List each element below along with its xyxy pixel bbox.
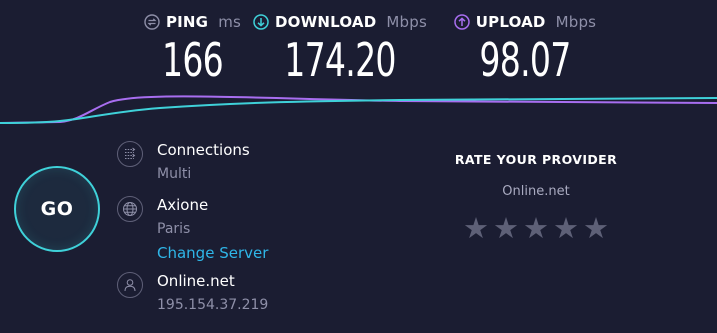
- ping-value: 166: [161, 33, 224, 87]
- star-icon-1[interactable]: ★: [463, 214, 489, 243]
- user-icon: [117, 272, 143, 298]
- upload-arrow-icon: [454, 14, 470, 30]
- download-metric: DOWNLOAD Mbps 174.20: [250, 0, 430, 86]
- rate-provider-name: Online.net: [502, 184, 570, 199]
- download-unit: Mbps: [386, 13, 427, 31]
- upload-metric: UPLOAD Mbps 98.07: [450, 0, 600, 86]
- ping-metric: PING ms 166: [130, 0, 255, 86]
- connections-title: Connections: [157, 141, 250, 159]
- go-button-label: GO: [40, 198, 74, 220]
- host-info: Online.net 195.154.37.219: [117, 272, 268, 314]
- go-button[interactable]: GO: [14, 166, 100, 252]
- connections-value: Multi: [157, 166, 192, 182]
- host-ip: 195.154.37.219: [157, 297, 269, 313]
- download-header: DOWNLOAD Mbps: [250, 12, 430, 32]
- change-server-link[interactable]: Change Server: [157, 244, 268, 262]
- star-icon-2[interactable]: ★: [493, 214, 519, 243]
- ping-label: PING: [165, 13, 209, 31]
- star-rating: ★ ★ ★ ★ ★: [440, 214, 632, 243]
- download-arrow-icon: [253, 14, 269, 30]
- download-label: DOWNLOAD: [275, 13, 377, 31]
- ping-header: PING ms: [130, 12, 255, 32]
- upload-header: UPLOAD Mbps: [450, 12, 600, 32]
- upload-unit: Mbps: [555, 13, 597, 31]
- globe-icon: [117, 196, 143, 222]
- download-value: 174.20: [284, 33, 396, 87]
- star-icon-5[interactable]: ★: [583, 214, 609, 243]
- server-name: Axione: [157, 196, 209, 214]
- host-name: Online.net: [157, 272, 235, 290]
- speed-history-graph: [0, 95, 717, 124]
- rate-provider-panel: RATE YOUR PROVIDER Online.net ★ ★ ★ ★ ★: [440, 152, 632, 243]
- upload-label: UPLOAD: [475, 13, 546, 31]
- connections-info: Connections Multi: [117, 141, 250, 183]
- upload-value: 98.07: [479, 33, 571, 87]
- ping-unit: ms: [218, 13, 242, 31]
- ping-icon: [144, 14, 160, 30]
- connections-icon: [117, 141, 143, 167]
- star-icon-3[interactable]: ★: [523, 214, 549, 243]
- rate-provider-title: RATE YOUR PROVIDER: [454, 152, 618, 167]
- server-location: Paris: [157, 221, 191, 237]
- star-icon-4[interactable]: ★: [553, 214, 579, 243]
- server-info: Axione Paris Change Server: [117, 196, 268, 262]
- result-metrics: PING ms 166 DOWNLOAD Mbps 174.20 UPLOAD …: [0, 0, 717, 95]
